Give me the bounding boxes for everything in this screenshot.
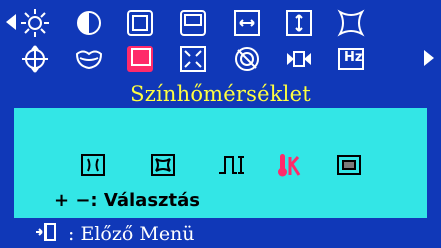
moire-icon[interactable] <box>284 44 314 74</box>
osd-window: Hz Színhőmérséklet + −: Választás : Előz… <box>0 0 441 248</box>
back-menu-item[interactable]: : Előző Menü <box>36 222 195 248</box>
sub-icon-1[interactable] <box>78 150 108 180</box>
position-icon[interactable] <box>20 44 50 74</box>
color-temperature-icon[interactable] <box>125 44 155 74</box>
hint-text: + −: Választás <box>54 190 200 211</box>
color-temp-k-icon[interactable] <box>274 150 304 180</box>
h-size-icon[interactable] <box>232 8 262 38</box>
nav-right-arrow[interactable] <box>424 50 434 66</box>
degauss-icon[interactable] <box>232 44 262 74</box>
image-size-icon[interactable] <box>125 8 155 38</box>
pincushion-icon[interactable] <box>336 8 366 38</box>
image-position-icon[interactable] <box>178 8 208 38</box>
hz-icon[interactable]: Hz <box>336 44 366 74</box>
exit-door-icon <box>36 222 58 248</box>
color-icon[interactable] <box>74 44 104 74</box>
nav-left-arrow[interactable] <box>6 14 16 30</box>
sub-icon-2[interactable] <box>148 150 178 180</box>
brightness-icon[interactable] <box>20 8 50 38</box>
sub-icon-3[interactable] <box>216 150 246 180</box>
contrast-icon[interactable] <box>74 8 104 38</box>
back-menu-label: : Előző Menü <box>68 223 195 245</box>
zoom-icon[interactable] <box>178 44 208 74</box>
hint-label: Választás <box>103 190 200 211</box>
hint-keys: + −: <box>54 190 98 211</box>
page-title: Színhőmérséklet <box>130 82 311 106</box>
v-size-icon[interactable] <box>284 8 314 38</box>
submenu-panel: + −: Választás <box>14 108 427 218</box>
sub-icon-5[interactable] <box>334 150 364 180</box>
hz-label: Hz <box>344 50 363 65</box>
